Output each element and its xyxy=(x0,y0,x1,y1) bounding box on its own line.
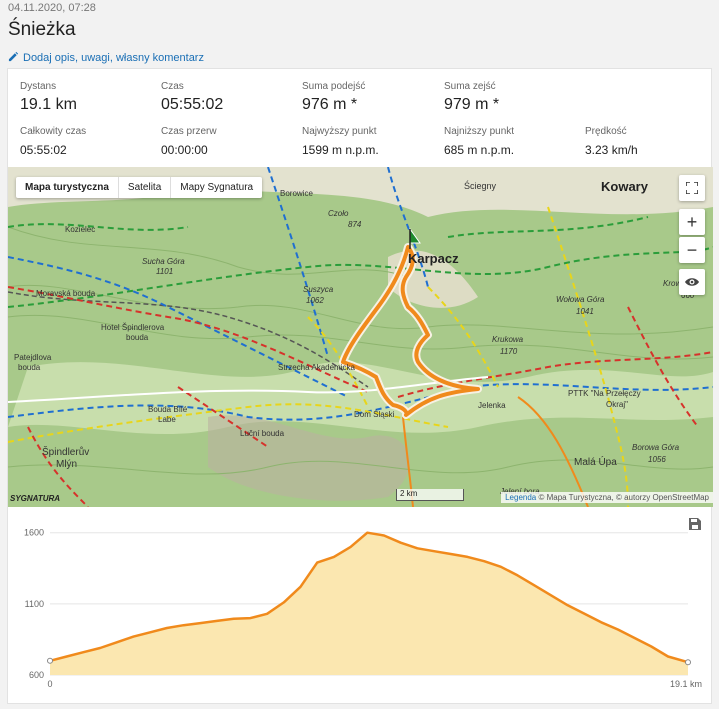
stat-value: 05:55:02 xyxy=(20,143,67,157)
map-label-patejdlova-bouda: bouda xyxy=(18,363,41,372)
map-label-czolo: Czoło xyxy=(328,209,349,218)
zoom-in-button[interactable]: + xyxy=(679,209,705,235)
layer-tab-sygnatura[interactable]: Mapy Sygnatura xyxy=(171,177,262,198)
y-tick-label: 1600 xyxy=(24,528,44,538)
stat-distance: Dystans 19.1 km xyxy=(20,81,160,114)
map-label-sucha-gora-height: 1101 xyxy=(156,267,174,276)
elevation-chart-svg: 600 1100 1600 0 19.1 km xyxy=(24,528,702,689)
map-layer-switcher: Mapa turystyczna Satelita Mapy Sygnatura xyxy=(16,177,263,198)
stat-label: Całkowity czas xyxy=(20,126,87,137)
activity-card: Dystans 19.1 km Czas 05:55:02 Suma podej… xyxy=(7,68,713,705)
x-tick-label-end: 19.1 km xyxy=(670,679,702,689)
stat-value: 19.1 km xyxy=(20,96,77,113)
stat-value: 05:55:02 xyxy=(161,96,224,113)
page-title: Śnieżka xyxy=(8,19,76,40)
map-label-lucni-bouda: Luční bouda xyxy=(240,429,285,438)
map-label-patejdlova: Patejdlova xyxy=(14,353,52,362)
map-label-spindleruv: Špindlerův xyxy=(42,447,90,458)
map-label-hotel: Hotel Špindlerova xyxy=(101,323,165,332)
stat-label: Suma zejść xyxy=(444,81,496,92)
eye-icon xyxy=(684,272,700,293)
map-label-krukowa: Krukowa xyxy=(492,335,524,344)
stats-panel: Dystans 19.1 km Czas 05:55:02 Suma podej… xyxy=(8,69,713,167)
map-label-suszyca: Suszyca xyxy=(303,285,334,294)
map-label-kozielec: Kozielec xyxy=(65,225,96,234)
map-scale: 2 km xyxy=(396,489,464,501)
y-tick-label: 1100 xyxy=(25,599,44,609)
map-label-hotel-bouda: bouda xyxy=(126,333,149,342)
map-label-suszyca-height: 1062 xyxy=(306,296,324,305)
stat-value: 00:00:00 xyxy=(161,143,208,157)
stat-lowest-point: Najniższy punkt 685 m n.p.m. xyxy=(444,126,584,157)
map-label-krukowa-height: 1170 xyxy=(500,347,518,356)
activity-header: 04.11.2020, 07:28 Śnieżka Dodaj opis, uw… xyxy=(8,2,711,65)
map-label-wolowa-height: 1041 xyxy=(576,307,594,316)
map-label-jelenka: Jelenka xyxy=(478,401,506,410)
map-attribution: Legenda © Mapa Turystyczna, © autorzy Op… xyxy=(501,492,713,503)
stat-highest-point: Najwyższy punkt 1599 m n.p.m. xyxy=(302,126,442,157)
fullscreen-button[interactable] xyxy=(679,175,705,201)
zoom-out-button[interactable]: − xyxy=(679,237,705,263)
stat-speed: Prędkość 3.23 km/h xyxy=(585,126,719,157)
map-label-bouda-bile: Bouda Bílé xyxy=(148,405,188,414)
stat-label: Najwyższy punkt xyxy=(302,126,377,137)
map-label-borowice: Borowice xyxy=(280,189,313,198)
map-label-czolo-height: 874 xyxy=(348,220,362,229)
stat-value: 976 m * xyxy=(302,96,358,113)
stat-break-time: Czas przerw 00:00:00 xyxy=(161,126,301,157)
stat-label: Najniższy punkt xyxy=(444,126,515,137)
map-terrain xyxy=(8,167,713,507)
pencil-icon xyxy=(8,51,23,65)
map-label-mlyn: Mlýn xyxy=(56,459,78,470)
fullscreen-icon xyxy=(685,178,699,199)
stat-label: Dystans xyxy=(20,81,57,92)
activity-date: 04.11.2020, 07:28 xyxy=(8,2,96,14)
stat-value: 979 m * xyxy=(444,96,500,113)
layer-tab-satellite[interactable]: Satelita xyxy=(119,177,172,198)
y-tick-label: 600 xyxy=(29,670,44,680)
stat-total-time: Całkowity czas 05:55:02 xyxy=(20,126,160,157)
save-icon[interactable] xyxy=(689,517,703,531)
map-label-pttk: PTTK "Na Przełęczy xyxy=(568,389,641,398)
stat-label: Suma podejść xyxy=(302,81,366,92)
sygnatura-logo: SYGNATURA xyxy=(10,494,60,503)
logo-text: SYGNATURA xyxy=(10,494,61,503)
map-label-mala-upa: Malá Úpa xyxy=(574,457,617,468)
map-label-dom-slaski: Dom Śląski xyxy=(354,410,395,419)
stat-value: 685 m n.p.m. xyxy=(444,143,515,157)
map-label-wolowa-gora: Wołowa Góra xyxy=(556,295,605,304)
map-label-strzecha: Strzecha Akademicka xyxy=(278,363,355,372)
edit-description-link[interactable]: Dodaj opis, uwagi, własny komentarz xyxy=(8,51,711,65)
activity-page: 04.11.2020, 07:28 Śnieżka Dodaj opis, uw… xyxy=(0,0,719,709)
edit-description-label: Dodaj opis, uwagi, własny komentarz xyxy=(23,52,204,64)
map-label-labe: Labe xyxy=(158,415,176,424)
map-label-karpacz: Karpacz xyxy=(408,251,459,266)
elevation-chart: 600 1100 1600 0 19.1 km xyxy=(8,507,713,705)
end-point xyxy=(685,659,691,666)
stat-ascent: Suma podejść 976 m * xyxy=(302,81,442,114)
attribution-text: © Mapa Turystyczna, © autorzy OpenStreet… xyxy=(536,493,709,502)
stat-value: 3.23 km/h xyxy=(585,143,638,157)
stat-label: Czas przerw xyxy=(161,126,217,137)
stat-value: 1599 m n.p.m. xyxy=(302,143,379,157)
layer-tab-tourist[interactable]: Mapa turystyczna xyxy=(16,177,119,198)
stat-label: Prędkość xyxy=(585,126,627,137)
route-map[interactable]: Karpacz Kowary Ściegny Borowice Kozielec… xyxy=(8,167,713,507)
map-label-sucha-gora: Sucha Góra xyxy=(142,257,185,266)
map-label-pttk-okraj: Okraj" xyxy=(606,400,628,409)
map-label-borowa-height: 1056 xyxy=(648,455,666,464)
stat-label: Czas xyxy=(161,81,184,92)
visibility-button[interactable] xyxy=(679,269,705,295)
map-label-moravska-bouda: Moravská bouda xyxy=(36,289,96,298)
map-label-borowa-gora: Borowa Góra xyxy=(632,443,680,452)
map-label-sciegny: Ściegny xyxy=(464,181,497,191)
map-label-kowary: Kowary xyxy=(601,179,648,194)
stat-descent: Suma zejść 979 m * xyxy=(444,81,584,114)
stat-time: Czas 05:55:02 xyxy=(161,81,301,114)
start-point xyxy=(47,657,53,664)
x-tick-label-start: 0 xyxy=(47,679,52,689)
legend-link[interactable]: Legenda xyxy=(505,493,536,502)
